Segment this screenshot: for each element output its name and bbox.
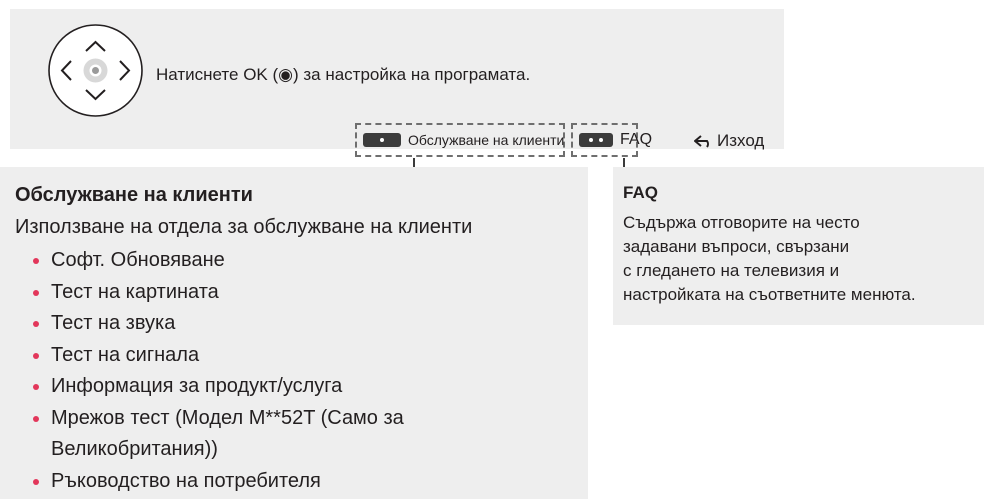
remote-ok-dial-icon [48, 24, 143, 117]
customer-service-key-label: Обслужване на клиенти [408, 132, 565, 148]
list-item: Тест на картината [33, 277, 588, 309]
faq-title: FAQ [623, 183, 658, 202]
ok-instruction: Натиснете OK (◉) за настройка на програм… [156, 65, 531, 84]
exit-hint[interactable]: Изход [694, 131, 764, 151]
faq-key-label: FAQ [620, 131, 653, 148]
exit-label: Изход [717, 131, 765, 150]
faq-description-line: с гледането на телевизия и [623, 261, 840, 280]
customer-service-description: Използване на отдела за обслужване на кл… [15, 216, 473, 238]
customer-service-title: Обслужване на клиенти [15, 184, 253, 206]
faq-description: Съдържа отговорите на често задавани въп… [623, 211, 983, 307]
faq-description-line: задавани въпроси, свързани [623, 237, 850, 256]
customer-service-items: Софт. Обновяване Тест на картината Тест … [15, 245, 588, 497]
list-item: Информация за продукт/услуга [33, 371, 588, 403]
faq-description-line: настройката на съответните менюта. [623, 285, 916, 304]
faq-callout: FAQ Съдържа отговорите на често задавани… [613, 167, 984, 325]
list-item: Ръководство на потребителя [33, 466, 588, 498]
faq-description-line: Съдържа отговорите на често [623, 213, 860, 232]
list-item: Мрежов тест (Модел M**52T (Само за Велик… [33, 403, 588, 466]
top-menu-panel: Натиснете OK (◉) за настройка на програм… [10, 9, 784, 157]
customer-service-key-hint[interactable]: Обслужване на клиенти [355, 123, 565, 157]
list-item-line: Мрежов тест (Модел M**52T (Само за [51, 406, 404, 429]
remote-red-key-icon [363, 133, 401, 147]
list-item-line: Великобритания)) [51, 438, 218, 460]
list-item: Тест на звука [33, 308, 588, 340]
list-item: Тест на сигнала [33, 340, 588, 372]
list-item: Софт. Обновяване [33, 245, 588, 277]
back-arrow-icon [694, 135, 709, 148]
faq-key-hint[interactable]: FAQ [571, 123, 652, 157]
customer-service-callout: Обслужване на клиенти Използване на отде… [0, 167, 588, 499]
remote-color-keys-icon [579, 133, 613, 147]
